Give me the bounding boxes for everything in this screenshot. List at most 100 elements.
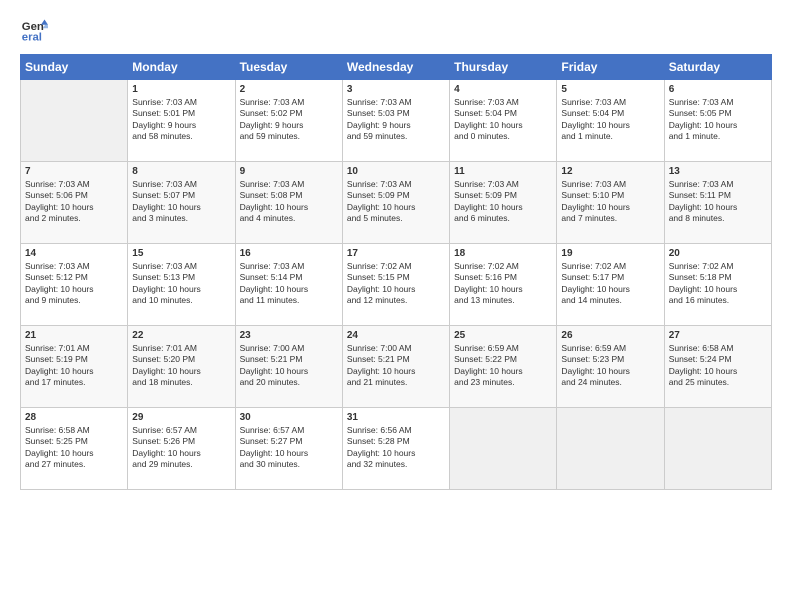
calendar-cell: 24 Sunrise: 7:00 AM Sunset: 5:21 PM Dayli… xyxy=(342,326,449,408)
day-number: 24 xyxy=(347,330,445,341)
calendar-cell xyxy=(450,408,557,490)
calendar-cell: 23 Sunrise: 7:00 AM Sunset: 5:21 PM Dayli… xyxy=(235,326,342,408)
day-number: 26 xyxy=(561,330,659,341)
day-number: 15 xyxy=(132,248,230,259)
day-info: Sunrise: 6:58 AM Sunset: 5:25 PM Dayligh… xyxy=(25,425,123,471)
day-number: 8 xyxy=(132,166,230,177)
day-info: Sunrise: 7:03 AM Sunset: 5:04 PM Dayligh… xyxy=(561,97,659,143)
calendar-cell: 25Sunrise: 6:59 AM Sunset: 5:22 PM Dayli… xyxy=(450,326,557,408)
day-number: 18 xyxy=(454,248,552,259)
day-number: 6 xyxy=(669,84,767,95)
calendar-table: SundayMondayTuesdayWednesdayThursdayFrid… xyxy=(20,54,772,490)
logo-icon: Gen eral xyxy=(20,16,48,44)
day-number: 23 xyxy=(240,330,338,341)
calendar-cell: 10 Sunrise: 7:03 AM Sunset: 5:09 PM Dayli… xyxy=(342,162,449,244)
calendar-cell: 3Sunrise: 7:03 AM Sunset: 5:03 PM Daylig… xyxy=(342,80,449,162)
calendar-cell: 30 Sunrise: 6:57 AM Sunset: 5:27 PM Dayli… xyxy=(235,408,342,490)
day-info: Sunrise: 7:01 AM Sunset: 5:19 PM Dayligh… xyxy=(25,343,123,389)
day-info: Sunrise: 7:02 AM Sunset: 5:15 PM Dayligh… xyxy=(347,261,445,307)
day-info: Sunrise: 7:03 AM Sunset: 5:12 PM Dayligh… xyxy=(25,261,123,307)
calendar-cell: 21 Sunrise: 7:01 AM Sunset: 5:19 PM Dayli… xyxy=(21,326,128,408)
day-info: Sunrise: 7:03 AM Sunset: 5:09 PM Dayligh… xyxy=(454,179,552,225)
day-number: 11 xyxy=(454,166,552,177)
calendar-header-row: SundayMondayTuesdayWednesdayThursdayFrid… xyxy=(21,55,772,80)
day-number: 20 xyxy=(669,248,767,259)
day-info: Sunrise: 7:02 AM Sunset: 5:17 PM Dayligh… xyxy=(561,261,659,307)
calendar-cell: 19 Sunrise: 7:02 AM Sunset: 5:17 PM Dayli… xyxy=(557,244,664,326)
header-monday: Monday xyxy=(128,55,235,80)
day-info: Sunrise: 7:03 AM Sunset: 5:14 PM Dayligh… xyxy=(240,261,338,307)
day-info: Sunrise: 7:03 AM Sunset: 5:04 PM Dayligh… xyxy=(454,97,552,143)
day-info: Sunrise: 7:02 AM Sunset: 5:18 PM Dayligh… xyxy=(669,261,767,307)
calendar-cell: 13Sunrise: 7:03 AM Sunset: 5:11 PM Dayli… xyxy=(664,162,771,244)
svg-text:eral: eral xyxy=(22,32,42,44)
calendar-cell: 31Sunrise: 6:56 AM Sunset: 5:28 PM Dayli… xyxy=(342,408,449,490)
calendar-cell xyxy=(21,80,128,162)
calendar-cell xyxy=(664,408,771,490)
day-number: 9 xyxy=(240,166,338,177)
header-friday: Friday xyxy=(557,55,664,80)
day-number: 5 xyxy=(561,84,659,95)
day-info: Sunrise: 6:58 AM Sunset: 5:24 PM Dayligh… xyxy=(669,343,767,389)
calendar-cell: 14Sunrise: 7:03 AM Sunset: 5:12 PM Dayli… xyxy=(21,244,128,326)
day-info: Sunrise: 6:57 AM Sunset: 5:26 PM Dayligh… xyxy=(132,425,230,471)
day-info: Sunrise: 7:03 AM Sunset: 5:10 PM Dayligh… xyxy=(561,179,659,225)
calendar-cell: 7 Sunrise: 7:03 AM Sunset: 5:06 PM Daylig… xyxy=(21,162,128,244)
day-info: Sunrise: 7:03 AM Sunset: 5:13 PM Dayligh… xyxy=(132,261,230,307)
day-number: 7 xyxy=(25,166,123,177)
page-header: Gen eral xyxy=(20,16,772,44)
calendar-cell: 18Sunrise: 7:02 AM Sunset: 5:16 PM Dayli… xyxy=(450,244,557,326)
week-row-5: 28 Sunrise: 6:58 AM Sunset: 5:25 PM Dayli… xyxy=(21,408,772,490)
week-row-2: 7 Sunrise: 7:03 AM Sunset: 5:06 PM Daylig… xyxy=(21,162,772,244)
day-number: 29 xyxy=(132,412,230,423)
day-info: Sunrise: 7:03 AM Sunset: 5:09 PM Dayligh… xyxy=(347,179,445,225)
calendar-cell: 26Sunrise: 6:59 AM Sunset: 5:23 PM Dayli… xyxy=(557,326,664,408)
day-number: 31 xyxy=(347,412,445,423)
day-info: Sunrise: 7:03 AM Sunset: 5:05 PM Dayligh… xyxy=(669,97,767,143)
day-number: 17 xyxy=(347,248,445,259)
calendar-cell: 11 Sunrise: 7:03 AM Sunset: 5:09 PM Dayli… xyxy=(450,162,557,244)
day-number: 19 xyxy=(561,248,659,259)
calendar-cell: 1 Sunrise: 7:03 AM Sunset: 5:01 PM Daylig… xyxy=(128,80,235,162)
week-row-1: 1 Sunrise: 7:03 AM Sunset: 5:01 PM Daylig… xyxy=(21,80,772,162)
logo: Gen eral xyxy=(20,16,52,44)
day-number: 28 xyxy=(25,412,123,423)
day-info: Sunrise: 6:57 AM Sunset: 5:27 PM Dayligh… xyxy=(240,425,338,471)
calendar-cell: 28 Sunrise: 6:58 AM Sunset: 5:25 PM Dayli… xyxy=(21,408,128,490)
header-sunday: Sunday xyxy=(21,55,128,80)
calendar-cell: 20 Sunrise: 7:02 AM Sunset: 5:18 PM Dayli… xyxy=(664,244,771,326)
header-saturday: Saturday xyxy=(664,55,771,80)
header-thursday: Thursday xyxy=(450,55,557,80)
calendar-cell: 27 Sunrise: 6:58 AM Sunset: 5:24 PM Dayli… xyxy=(664,326,771,408)
calendar-cell: 17 Sunrise: 7:02 AM Sunset: 5:15 PM Dayli… xyxy=(342,244,449,326)
week-row-4: 21 Sunrise: 7:01 AM Sunset: 5:19 PM Dayli… xyxy=(21,326,772,408)
day-number: 4 xyxy=(454,84,552,95)
day-number: 22 xyxy=(132,330,230,341)
calendar-cell: 16 Sunrise: 7:03 AM Sunset: 5:14 PM Dayli… xyxy=(235,244,342,326)
calendar-cell: 5 Sunrise: 7:03 AM Sunset: 5:04 PM Daylig… xyxy=(557,80,664,162)
header-wednesday: Wednesday xyxy=(342,55,449,80)
day-number: 16 xyxy=(240,248,338,259)
day-number: 21 xyxy=(25,330,123,341)
day-info: Sunrise: 7:03 AM Sunset: 5:01 PM Dayligh… xyxy=(132,97,230,143)
calendar-cell: 12Sunrise: 7:03 AM Sunset: 5:10 PM Dayli… xyxy=(557,162,664,244)
calendar-cell: 15 Sunrise: 7:03 AM Sunset: 5:13 PM Dayli… xyxy=(128,244,235,326)
week-row-3: 14Sunrise: 7:03 AM Sunset: 5:12 PM Dayli… xyxy=(21,244,772,326)
day-info: Sunrise: 7:00 AM Sunset: 5:21 PM Dayligh… xyxy=(240,343,338,389)
day-number: 13 xyxy=(669,166,767,177)
calendar-cell: 9Sunrise: 7:03 AM Sunset: 5:08 PM Daylig… xyxy=(235,162,342,244)
calendar-cell: 22Sunrise: 7:01 AM Sunset: 5:20 PM Dayli… xyxy=(128,326,235,408)
day-info: Sunrise: 7:00 AM Sunset: 5:21 PM Dayligh… xyxy=(347,343,445,389)
day-number: 27 xyxy=(669,330,767,341)
day-number: 30 xyxy=(240,412,338,423)
day-info: Sunrise: 7:03 AM Sunset: 5:06 PM Dayligh… xyxy=(25,179,123,225)
calendar-cell: 4 Sunrise: 7:03 AM Sunset: 5:04 PM Daylig… xyxy=(450,80,557,162)
day-number: 2 xyxy=(240,84,338,95)
day-number: 10 xyxy=(347,166,445,177)
calendar-cell: 29 Sunrise: 6:57 AM Sunset: 5:26 PM Dayli… xyxy=(128,408,235,490)
day-number: 25 xyxy=(454,330,552,341)
calendar-body: 1 Sunrise: 7:03 AM Sunset: 5:01 PM Daylig… xyxy=(21,80,772,490)
day-info: Sunrise: 7:03 AM Sunset: 5:02 PM Dayligh… xyxy=(240,97,338,143)
day-number: 1 xyxy=(132,84,230,95)
calendar-cell: 2 Sunrise: 7:03 AM Sunset: 5:02 PM Daylig… xyxy=(235,80,342,162)
